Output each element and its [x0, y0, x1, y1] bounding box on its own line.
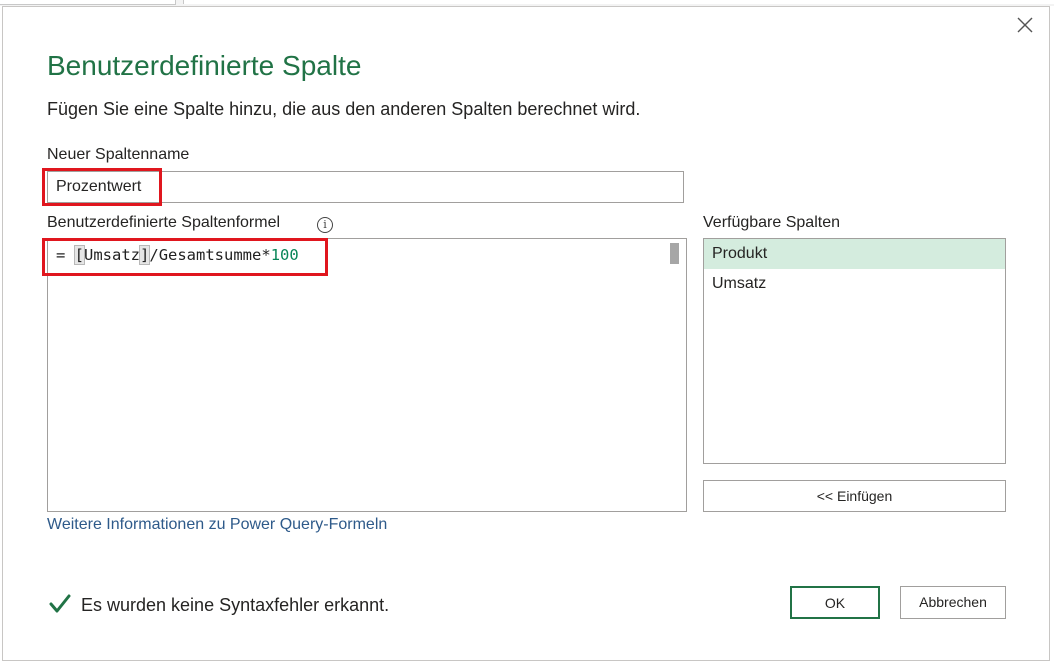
formula-text: = [Umsatz]/Gesamtsumme*100 — [56, 245, 299, 265]
dialog-title: Benutzerdefinierte Spalte — [47, 50, 362, 81]
close-icon[interactable] — [1014, 14, 1036, 36]
formula-prefix: = — [56, 246, 75, 264]
formula-column-ref: Umsatz — [84, 246, 141, 264]
info-icon[interactable]: i — [317, 217, 333, 233]
available-columns-label: Verfügbare Spalten — [703, 214, 840, 231]
list-item-produkt[interactable]: Produkt — [704, 239, 1005, 269]
column-name-input[interactable] — [47, 171, 684, 203]
formula-label: Benutzerdefinierte Spaltenformel — [47, 214, 281, 231]
available-columns-list: Produkt Umsatz — [703, 238, 1006, 464]
insert-button[interactable]: << Einfügen — [703, 480, 1006, 512]
formula-open-bracket: [ — [73, 245, 86, 265]
help-link[interactable]: Weitere Informationen zu Power Query-For… — [47, 516, 387, 534]
scrollbar-thumb[interactable] — [670, 243, 679, 264]
formula-operator-text: /Gesamtsumme* — [149, 246, 271, 264]
list-item-umsatz[interactable]: Umsatz — [704, 269, 1005, 299]
column-name-label: Neuer Spaltenname — [47, 146, 190, 163]
cancel-button[interactable]: Abbrechen — [900, 586, 1006, 619]
syntax-status-text: Es wurden keine Syntaxfehler erkannt. — [81, 595, 390, 615]
dialog-subtitle: Fügen Sie eine Spalte hinzu, die aus den… — [47, 99, 641, 119]
formula-scrollbar[interactable] — [666, 239, 686, 511]
formula-editor[interactable]: = [Umsatz]/Gesamtsumme*100 — [47, 238, 687, 512]
background-window-tab — [0, 0, 176, 5]
formula-close-bracket: ] — [138, 245, 151, 265]
formula-number: 100 — [270, 246, 299, 264]
checkmark-icon — [49, 594, 71, 613]
ok-button[interactable]: OK — [790, 586, 880, 619]
background-window-tab — [183, 0, 1054, 4]
